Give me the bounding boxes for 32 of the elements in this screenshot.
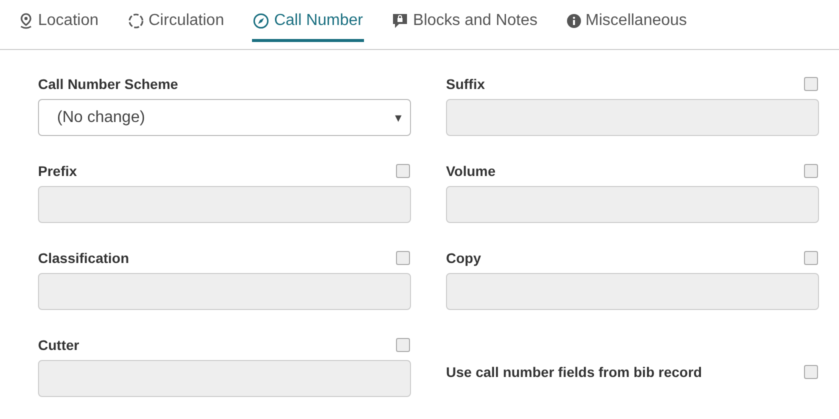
input-field[interactable] [38, 360, 411, 397]
input-field[interactable] [446, 99, 819, 136]
field-label: Use call number fields from bib record [446, 364, 702, 380]
circle-icon [128, 13, 144, 29]
tab[interactable]: Location [18, 3, 100, 42]
compass-icon [253, 13, 270, 29]
checkbox[interactable] [396, 338, 410, 352]
input-field[interactable] [446, 273, 819, 310]
checkbox[interactable] [396, 164, 410, 178]
tab[interactable]: Blocks and Notes [391, 3, 539, 42]
field-label: Classification [38, 250, 130, 266]
checkbox[interactable] [804, 365, 818, 379]
input-field[interactable] [38, 186, 411, 223]
field-label: Call Number Scheme [38, 76, 178, 92]
field-label: Suffix [446, 76, 485, 92]
speech-bubble-icon [392, 13, 408, 29]
tab[interactable]: Miscellaneous [566, 3, 688, 42]
field-label: Cutter [38, 337, 80, 353]
field-label: Copy [446, 250, 481, 266]
checkbox[interactable] [804, 77, 818, 91]
scheme-select[interactable]: (No change) ▾ [38, 99, 411, 136]
field-label: Prefix [38, 163, 77, 179]
tab[interactable]: Call Number [252, 3, 364, 42]
checkbox[interactable] [804, 251, 818, 265]
map-pin-icon [19, 13, 33, 29]
tab[interactable]: Circulation [126, 3, 226, 42]
checkbox[interactable] [804, 164, 818, 178]
input-field[interactable] [38, 273, 411, 310]
info-icon [566, 14, 581, 28]
checkbox[interactable] [396, 251, 410, 265]
input-field[interactable] [446, 186, 819, 223]
field-label: Volume [446, 163, 496, 179]
